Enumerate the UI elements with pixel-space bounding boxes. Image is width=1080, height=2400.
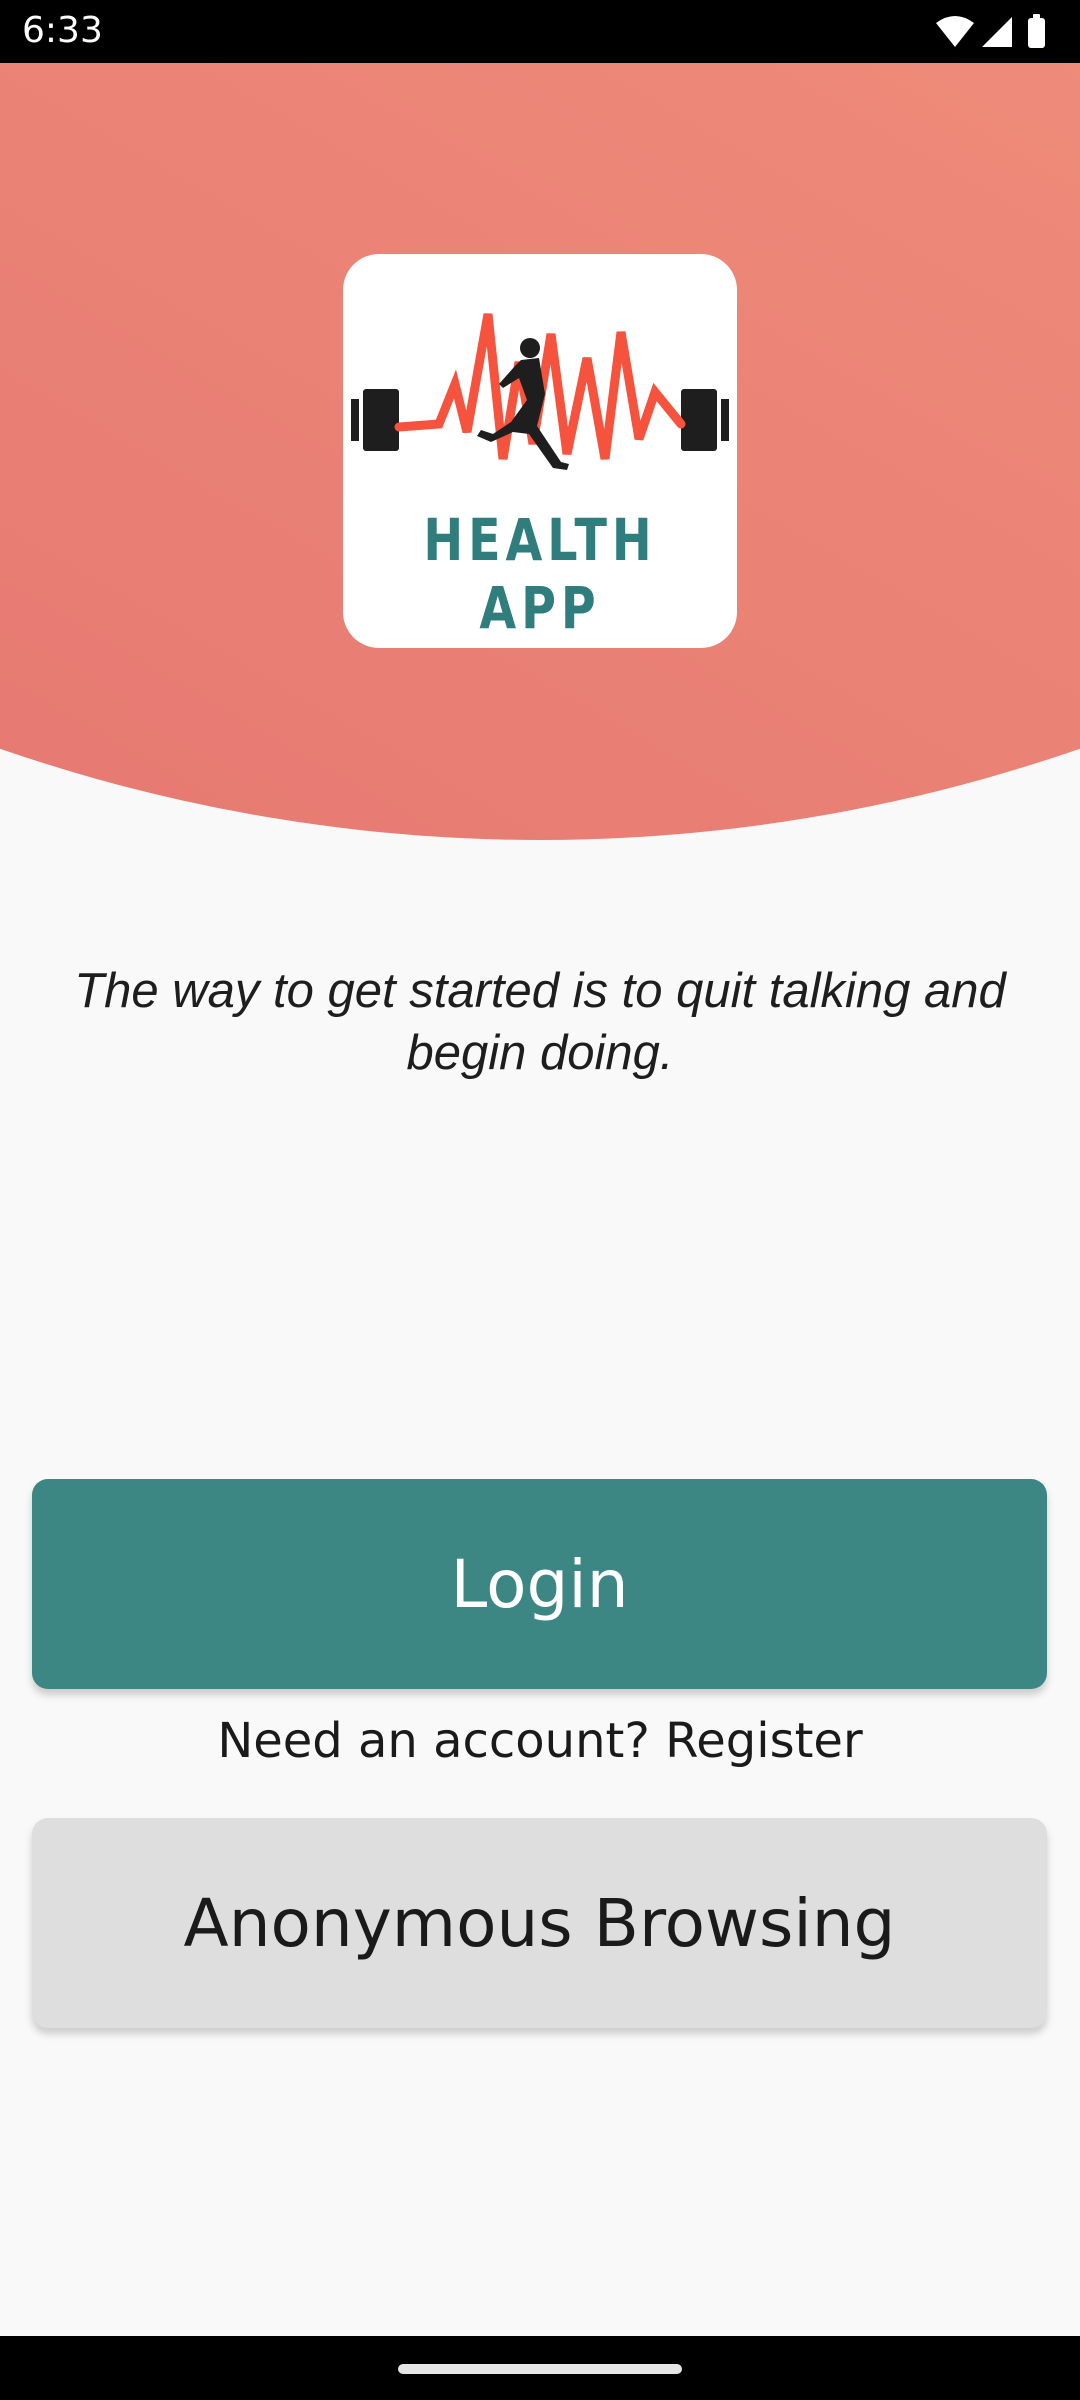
register-link[interactable]: Need an account? Register (0, 1713, 1080, 1769)
status-icons (936, 14, 1048, 50)
login-screen: 6:33 HEALTH APP The way to get started i… (0, 0, 1080, 2400)
motivational-quote: The way to get started is to quit talkin… (74, 964, 1006, 1080)
status-bar: 6:33 (0, 0, 1080, 63)
anonymous-browsing-button[interactable]: Anonymous Browsing (32, 1818, 1047, 2028)
app-logo: HEALTH APP (343, 254, 737, 648)
wifi-icon (936, 16, 974, 47)
home-gesture-handle[interactable] (398, 2364, 682, 2374)
signal-icon (982, 17, 1012, 47)
status-time: 6:33 (22, 10, 103, 51)
battery-icon (1028, 14, 1045, 48)
logo-text: HEALTH APP (423, 506, 657, 642)
login-button[interactable]: Login (32, 1479, 1047, 1689)
